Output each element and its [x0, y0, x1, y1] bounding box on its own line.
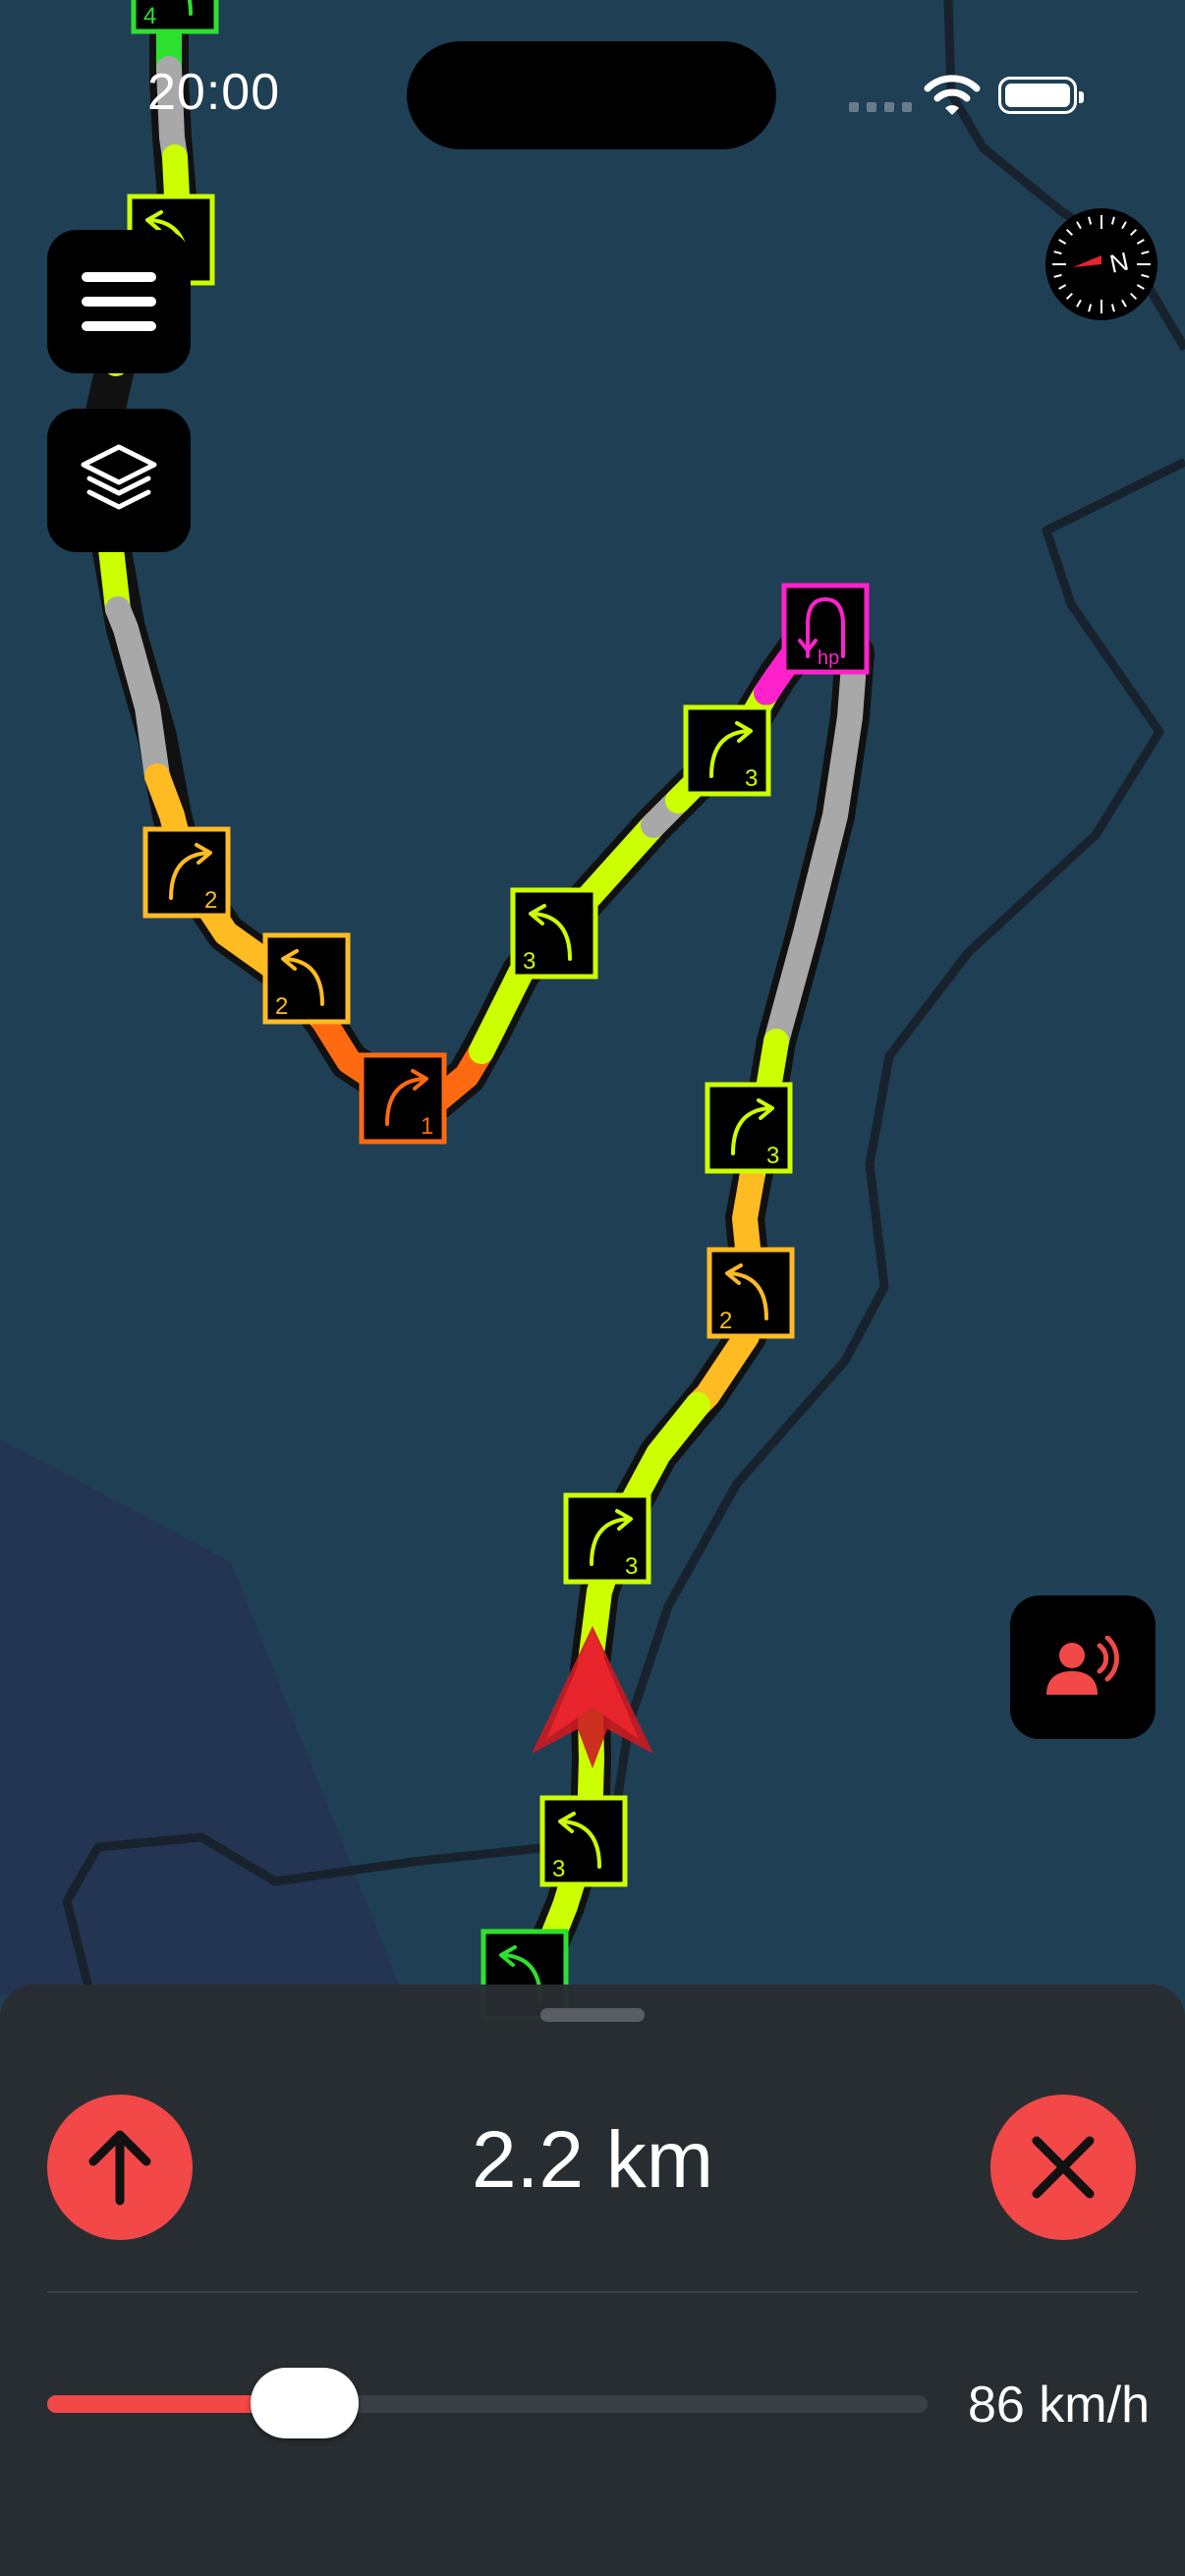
battery-icon [998, 77, 1084, 114]
curve-sign-3c-label: 3 [766, 1143, 779, 1169]
curve-sign-3a: 3 [510, 887, 598, 980]
sheet-grabber[interactable] [540, 2008, 645, 2022]
close-icon [1032, 2136, 1095, 2199]
cellular-signal-icon [849, 102, 912, 112]
curve-sign-3d-label: 3 [625, 1553, 638, 1580]
compass-north-label: N [1107, 246, 1132, 278]
curve-sign-2a: 2 [142, 826, 231, 919]
menu-button[interactable] [47, 230, 191, 373]
curve-sign-3a-label: 3 [523, 948, 536, 975]
speed-slider-thumb[interactable] [250, 2368, 359, 2438]
bottom-sheet: 2.2 km 86 km/h [0, 1985, 1185, 2576]
distance-remaining: 2.2 km [471, 2115, 714, 2205]
close-button[interactable] [990, 2095, 1136, 2240]
curve-sign-2c-label: 2 [719, 1308, 732, 1334]
curve-sign-2a-label: 2 [204, 887, 217, 914]
status-time: 20:00 [147, 64, 281, 121]
curve-sign-2b-label: 2 [275, 993, 288, 1020]
divider [47, 2291, 1138, 2293]
curve-sign-3e: 3 [539, 1795, 628, 1887]
arrow-up-icon [88, 2130, 151, 2206]
dynamic-island [407, 41, 776, 149]
curve-sign-3d: 3 [563, 1492, 651, 1585]
curve-sign-1-label: 1 [421, 1113, 433, 1140]
curve-sign-1: 1 [359, 1052, 447, 1145]
layers-icon [81, 444, 157, 510]
hamburger-icon [82, 272, 156, 331]
speed-value: 86 km/h [968, 2377, 1150, 2434]
hairpin-sign: hp [781, 583, 870, 675]
speed-slider-track[interactable] [47, 2395, 928, 2413]
curve-sign-3b-label: 3 [745, 765, 758, 792]
wifi-icon [924, 75, 981, 115]
curve-sign-3c: 3 [705, 1082, 793, 1174]
curve-sign-2c: 2 [706, 1247, 795, 1339]
speaker-person-icon [1046, 1636, 1119, 1695]
curve-sign-3b: 3 [683, 704, 771, 797]
voice-guidance-button[interactable] [1010, 1596, 1156, 1739]
hairpin-sign-label: hp [818, 647, 839, 669]
curve-sign-2b: 2 [262, 932, 351, 1025]
compass-button[interactable]: N [1045, 208, 1157, 320]
recenter-button[interactable] [47, 2095, 193, 2240]
curve-sign-3e-label: 3 [552, 1856, 565, 1882]
compass-icon: N [1052, 215, 1151, 313]
layers-button[interactable] [47, 409, 191, 552]
curve-sign-4-label: 4 [143, 3, 156, 29]
curve-sign-4: 4 [131, 0, 219, 34]
speed-slider-fill [47, 2395, 285, 2413]
